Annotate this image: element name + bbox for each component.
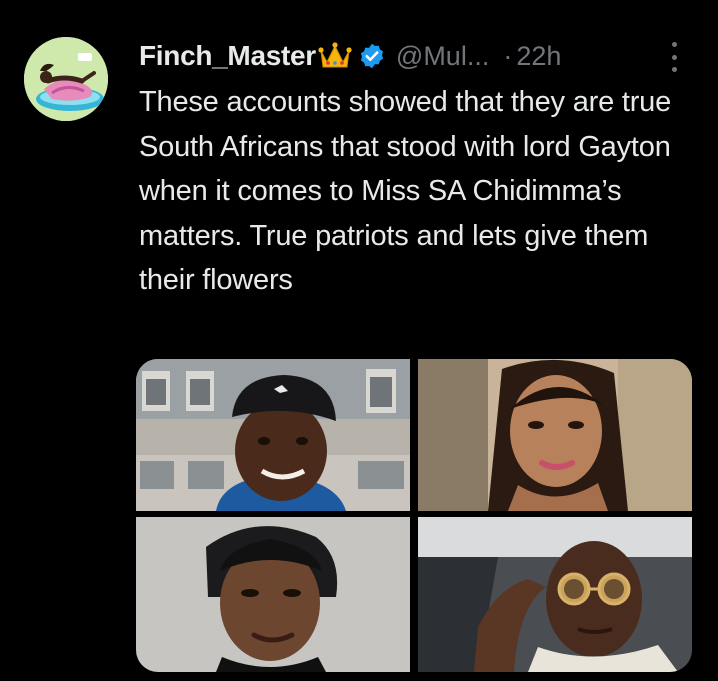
- crown-emoji-icon: [318, 41, 352, 71]
- tweet-header: Finch_Master @Mul... · 22h: [139, 36, 699, 76]
- tweet-card[interactable]: Finch_Master @Mul... · 22h These account…: [0, 0, 718, 681]
- media-photo-1[interactable]: [136, 359, 410, 511]
- avatar-image: [24, 37, 108, 121]
- tweet-timestamp[interactable]: 22h: [516, 41, 561, 72]
- author-name[interactable]: Finch_Master: [139, 40, 316, 72]
- media-photo-2[interactable]: [418, 359, 692, 511]
- more-options-icon[interactable]: [668, 42, 680, 72]
- verified-badge-icon: [358, 42, 386, 70]
- tweet-text: These accounts showed that they are true…: [139, 86, 672, 296]
- media-grid: [136, 359, 692, 672]
- media-photo-3[interactable]: [136, 517, 410, 672]
- separator-dot: ·: [503, 40, 513, 71]
- avatar[interactable]: [24, 37, 108, 121]
- media-photo-4[interactable]: [418, 517, 692, 672]
- author-handle[interactable]: @Mul...: [396, 41, 489, 72]
